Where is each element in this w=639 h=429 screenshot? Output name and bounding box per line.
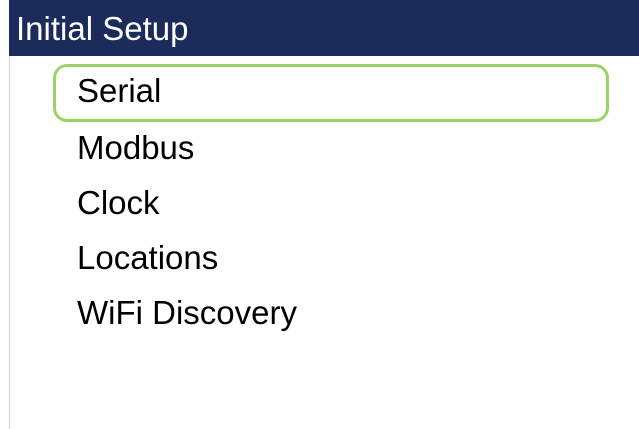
setup-screen: Initial Setup Serial Modbus Clock Locati… bbox=[0, 0, 639, 429]
menu-item-wifi-discovery[interactable]: WiFi Discovery bbox=[53, 286, 609, 344]
menu-item-label: WiFi Discovery bbox=[77, 294, 297, 331]
page-title: Initial Setup bbox=[16, 10, 189, 47]
menu-item-clock[interactable]: Clock bbox=[53, 176, 609, 234]
title-bar: Initial Setup bbox=[9, 0, 639, 56]
menu-item-label: Clock bbox=[77, 184, 160, 221]
screen-left-border bbox=[9, 56, 10, 429]
menu-item-label: Locations bbox=[77, 239, 219, 276]
menu-item-modbus[interactable]: Modbus bbox=[53, 121, 609, 179]
menu-item-locations[interactable]: Locations bbox=[53, 231, 609, 289]
menu-item-label: Serial bbox=[77, 72, 162, 109]
menu-item-label: Modbus bbox=[77, 129, 195, 166]
menu-item-serial[interactable]: Serial bbox=[53, 64, 609, 122]
